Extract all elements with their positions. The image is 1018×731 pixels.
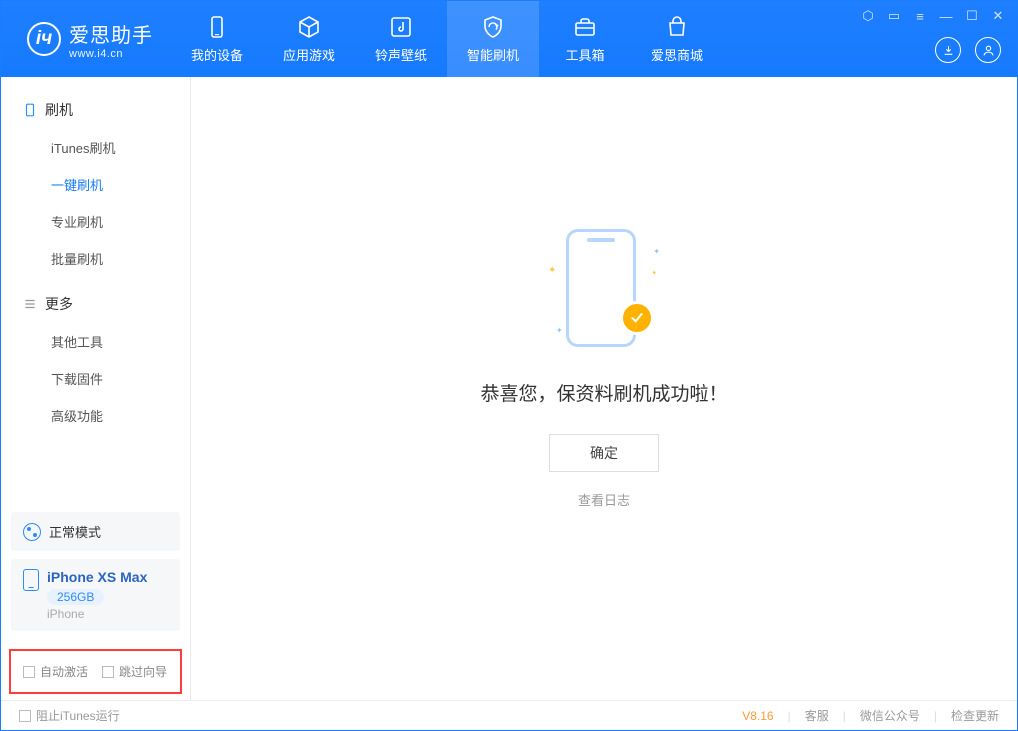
logo-icon: iч [27,22,61,56]
menu-title: 更多 [45,294,73,314]
checkbox-label: 阻止iTunes运行 [36,707,120,724]
nav-label: 我的设备 [191,45,243,64]
bag-icon [664,15,690,39]
device-row[interactable]: iPhone XS Max 256GB iPhone [11,559,180,631]
checkbox-icon [102,666,114,678]
cube-icon [296,15,322,39]
block-itunes-checkbox[interactable]: 阻止iTunes运行 [19,707,120,724]
checkbox-label: 自动激活 [40,663,88,680]
sidebar-item-pro-flash[interactable]: 专业刷机 [1,203,190,240]
separator: | [934,709,937,723]
nav-label: 应用游戏 [283,45,335,64]
app-site: www.i4.cn [69,48,153,60]
menu-icon[interactable]: ≡ [909,7,931,25]
checkbox-icon [23,666,35,678]
sparkle-icon: ✦ [556,326,563,335]
menu-head-flash[interactable]: 刷机 [1,91,190,129]
sidebar-item-batch-flash[interactable]: 批量刷机 [1,240,190,277]
device-type: iPhone [47,607,147,621]
nav-label: 工具箱 [565,45,604,64]
device-info: iPhone XS Max 256GB iPhone [47,569,147,621]
version-label: V8.16 [742,709,773,723]
user-icon[interactable] [975,37,1001,63]
phone-small-icon [23,103,37,117]
device-name: iPhone XS Max [47,569,147,585]
footer-left: 阻止iTunes运行 [19,707,120,724]
nav-apps[interactable]: 应用游戏 [263,1,355,77]
top-nav: 我的设备 应用游戏 铃声壁纸 智能刷机 工具箱 爱思商城 [171,1,723,77]
skin-icon[interactable]: ⬡ [857,7,879,25]
checkbox-label: 跳过向导 [119,663,167,680]
logo-text: 爱思助手 www.i4.cn [69,19,153,60]
view-log-link[interactable]: 查看日志 [578,490,630,509]
sidebar-item-download-firmware[interactable]: 下载固件 [1,360,190,397]
download-icon[interactable] [935,37,961,63]
check-update-link[interactable]: 检查更新 [951,707,999,724]
sparkle-icon: ✦ [653,247,660,256]
sidebar: 刷机 iTunes刷机 一键刷机 专业刷机 批量刷机 更多 其他工具 下载固件 … [1,77,191,700]
refresh-shield-icon [480,15,506,39]
music-folder-icon [388,15,414,39]
toolbox-icon [572,15,598,39]
success-illustration: ✦ ✦ • ✦ [544,229,664,349]
auto-activate-checkbox[interactable]: 自动激活 [23,663,88,680]
sidebar-item-advanced[interactable]: 高级功能 [1,397,190,434]
minimize-button[interactable]: — [935,7,957,25]
checkbox-icon [19,710,31,722]
sidebar-item-itunes-flash[interactable]: iTunes刷机 [1,129,190,166]
sparkle-icon: ✦ [548,265,556,276]
separator: | [788,709,791,723]
success-message: 恭喜您，保资料刷机成功啦！ [480,379,727,406]
menu-group-flash: 刷机 iTunes刷机 一键刷机 专业刷机 批量刷机 [1,91,190,277]
footer-right: V8.16 | 客服 | 微信公众号 | 检查更新 [742,707,999,724]
sidebar-item-oneclick-flash[interactable]: 一键刷机 [1,166,190,203]
sidebar-item-other-tools[interactable]: 其他工具 [1,323,190,360]
separator: | [843,709,846,723]
sparkle-icon: • [652,268,656,279]
maximize-button[interactable]: ☐ [961,7,983,25]
close-button[interactable]: ✕ [987,7,1009,25]
skip-guide-checkbox[interactable]: 跳过向导 [102,663,167,680]
device-icon [204,15,230,39]
header-bar: iч 爱思助手 www.i4.cn 我的设备 应用游戏 铃声壁纸 智能刷机 工具… [1,1,1017,77]
app-name: 爱思助手 [69,19,153,48]
wechat-link[interactable]: 微信公众号 [860,707,920,724]
menu-title: 刷机 [45,100,73,120]
mode-label: 正常模式 [49,522,101,541]
mode-icon [23,523,41,541]
options-highlight-box: 自动激活 跳过向导 [9,649,182,694]
nav-flash[interactable]: 智能刷机 [447,1,539,77]
nav-label: 铃声壁纸 [375,45,427,64]
body: 刷机 iTunes刷机 一键刷机 专业刷机 批量刷机 更多 其他工具 下载固件 … [1,77,1017,700]
checkmark-badge-icon [620,301,654,335]
feedback-icon[interactable]: ▭ [883,7,905,25]
status-bar: 阻止iTunes运行 V8.16 | 客服 | 微信公众号 | 检查更新 [1,700,1017,730]
nav-ringtones[interactable]: 铃声壁纸 [355,1,447,77]
logo[interactable]: iч 爱思助手 www.i4.cn [1,19,171,60]
nav-store[interactable]: 爱思商城 [631,1,723,77]
device-panel: 正常模式 iPhone XS Max 256GB iPhone [1,512,190,649]
list-icon [23,297,37,311]
nav-label: 智能刷机 [467,45,519,64]
customer-service-link[interactable]: 客服 [805,707,829,724]
menu-head-more[interactable]: 更多 [1,285,190,323]
window-controls: ⬡ ▭ ≡ — ☐ ✕ [857,7,1009,25]
device-phone-icon [23,569,39,591]
menu-group-more: 更多 其他工具 下载固件 高级功能 [1,285,190,434]
main-content: ✦ ✦ • ✦ 恭喜您，保资料刷机成功啦！ 确定 查看日志 [191,77,1017,700]
nav-label: 爱思商城 [651,45,703,64]
nav-toolbox[interactable]: 工具箱 [539,1,631,77]
device-storage-badge: 256GB [47,589,104,605]
mode-row[interactable]: 正常模式 [11,512,180,551]
sidebar-menu: 刷机 iTunes刷机 一键刷机 专业刷机 批量刷机 更多 其他工具 下载固件 … [1,77,190,512]
nav-my-device[interactable]: 我的设备 [171,1,263,77]
header-right [935,37,1001,63]
ok-button[interactable]: 确定 [549,434,659,472]
